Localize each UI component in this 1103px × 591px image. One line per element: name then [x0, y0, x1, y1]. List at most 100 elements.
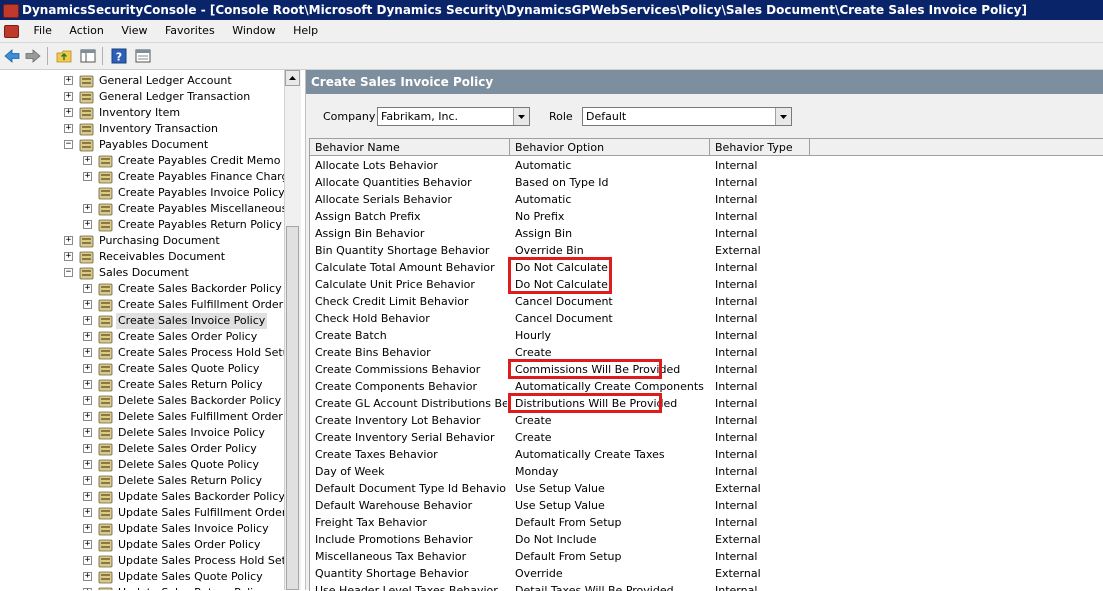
table-row[interactable]: Create Taxes Behavior Automatically Creat… [310, 446, 1103, 463]
tree-item[interactable]: + Delete Sales Invoice Policy [0, 425, 284, 441]
table-row[interactable]: Bin Quantity Shortage Behavior Override B… [310, 242, 1103, 259]
expand-node-icon[interactable]: + [83, 492, 92, 501]
tree-item[interactable]: + Create Sales Invoice Policy [0, 313, 284, 329]
system-menu-icon[interactable] [4, 25, 19, 38]
column-header-behavior-type[interactable]: Behavior Type [710, 139, 810, 156]
role-dropdown-button[interactable] [775, 108, 791, 125]
expand-node-icon[interactable]: + [83, 412, 92, 421]
tree-item[interactable]: + Create Sales Order Policy [0, 329, 284, 345]
tree-item[interactable]: Create Payables Invoice Policy [0, 185, 284, 201]
expand-node-icon[interactable]: + [83, 300, 92, 309]
table-row[interactable]: Create Bins Behavior Create Internal [310, 344, 1103, 361]
tree-item[interactable]: − Payables Document [0, 137, 284, 153]
table-row[interactable]: Create Batch Hourly Internal [310, 327, 1103, 344]
column-header-behavior-name[interactable]: Behavior Name [310, 139, 510, 156]
tree-item[interactable]: + Delete Sales Backorder Policy [0, 393, 284, 409]
forward-arrow-icon[interactable] [24, 47, 42, 65]
window-title-bar[interactable]: DynamicsSecurityConsole - [Console Root\… [0, 0, 1103, 20]
expand-node-icon[interactable]: + [83, 204, 92, 213]
menu-view[interactable]: View [114, 20, 154, 42]
tree-item[interactable]: + Receivables Document [0, 249, 284, 265]
table-row[interactable]: Include Promotions Behavior Do Not Includ… [310, 531, 1103, 548]
expand-node-icon[interactable]: + [64, 252, 73, 261]
expand-node-icon[interactable]: + [83, 508, 92, 517]
menu-action[interactable]: Action [62, 20, 110, 42]
table-row[interactable]: Create Commissions Behavior Commissions W… [310, 361, 1103, 378]
role-dropdown[interactable]: Default [582, 107, 792, 126]
tree-item[interactable]: + Update Sales Fulfillment Order Poli [0, 505, 284, 521]
expand-node-icon[interactable]: + [83, 428, 92, 437]
table-row[interactable]: Allocate Quantities Behavior Based on Typ… [310, 174, 1103, 191]
table-row[interactable]: Calculate Unit Price Behavior Do Not Calc… [310, 276, 1103, 293]
table-row[interactable]: Day of Week Monday Internal [310, 463, 1103, 480]
menu-file[interactable]: File [27, 20, 59, 42]
table-row[interactable]: Allocate Serials Behavior Automatic Intern… [310, 191, 1103, 208]
tree-item[interactable]: + General Ledger Account [0, 73, 284, 89]
expand-node-icon[interactable]: + [83, 396, 92, 405]
expand-node-icon[interactable]: + [83, 364, 92, 373]
tree-item[interactable]: + Create Sales Quote Policy [0, 361, 284, 377]
up-folder-icon[interactable] [55, 47, 73, 65]
tree-item[interactable]: + General Ledger Transaction [0, 89, 284, 105]
tree-item[interactable]: + Inventory Item [0, 105, 284, 121]
tree-scrollbar[interactable] [284, 70, 301, 590]
help-icon[interactable]: ? [110, 47, 128, 65]
expand-node-icon[interactable]: + [83, 156, 92, 165]
table-row[interactable]: Create GL Account Distributions Beha...D… [310, 395, 1103, 412]
table-row[interactable]: Freight Tax Behavior Default From Setup In… [310, 514, 1103, 531]
company-dropdown[interactable]: Fabrikam, Inc. [377, 107, 530, 126]
expand-node-icon[interactable]: + [64, 108, 73, 117]
table-row[interactable]: Create Components Behavior Automatically … [310, 378, 1103, 395]
tree-item[interactable]: + Create Sales Fulfillment Order Polic [0, 297, 284, 313]
expand-node-icon[interactable]: + [83, 444, 92, 453]
expand-node-icon[interactable]: + [64, 236, 73, 245]
tree-item[interactable]: + Inventory Transaction [0, 121, 284, 137]
expand-node-icon[interactable]: + [64, 92, 73, 101]
tree-item[interactable]: + Delete Sales Fulfillment Order Polic [0, 409, 284, 425]
expand-node-icon[interactable]: + [83, 332, 92, 341]
show-hide-console-tree-icon[interactable] [79, 47, 97, 65]
table-row[interactable]: Default Warehouse Behavior Use Setup Valu… [310, 497, 1103, 514]
tree-item[interactable]: + Update Sales Order Policy [0, 537, 284, 553]
menu-window[interactable]: Window [225, 20, 282, 42]
tree-item[interactable]: + Delete Sales Return Policy [0, 473, 284, 489]
expand-node-icon[interactable]: + [64, 76, 73, 85]
table-row[interactable]: Check Hold Behavior Cancel Document Intern… [310, 310, 1103, 327]
table-row[interactable]: Default Document Type Id Behavior Use Set… [310, 480, 1103, 497]
table-row[interactable]: Assign Batch Prefix No Prefix Internal [310, 208, 1103, 225]
collapse-node-icon[interactable]: − [64, 268, 73, 277]
expand-node-icon[interactable]: + [83, 524, 92, 533]
tree-item[interactable]: + Update Sales Process Hold Setup P [0, 553, 284, 569]
expand-node-icon[interactable]: + [83, 348, 92, 357]
scroll-up-button[interactable] [285, 70, 300, 86]
expand-node-icon[interactable]: + [83, 476, 92, 485]
column-header-behavior-option[interactable]: Behavior Option [510, 139, 710, 156]
expand-node-icon[interactable]: + [83, 572, 92, 581]
table-row[interactable]: Assign Bin Behavior Assign Bin Internal [310, 225, 1103, 242]
menu-favorites[interactable]: Favorites [158, 20, 222, 42]
tree-item[interactable]: + Create Payables Credit Memo Polic [0, 153, 284, 169]
scroll-thumb[interactable] [286, 226, 299, 590]
table-row[interactable]: Check Credit Limit Behavior Cancel Docume… [310, 293, 1103, 310]
tree-item[interactable]: + Delete Sales Quote Policy [0, 457, 284, 473]
tree-item[interactable]: + Update Sales Invoice Policy [0, 521, 284, 537]
tree-item[interactable]: + Create Sales Backorder Policy [0, 281, 284, 297]
company-dropdown-button[interactable] [513, 108, 529, 125]
console-tree[interactable]: + General Ledger Account + General Ledger T… [0, 70, 284, 590]
menu-help[interactable]: Help [286, 20, 325, 42]
tree-item[interactable]: − Sales Document [0, 265, 284, 281]
tree-item[interactable]: + Update Sales Backorder Policy [0, 489, 284, 505]
back-arrow-icon[interactable] [3, 47, 21, 65]
expand-node-icon[interactable]: + [83, 556, 92, 565]
expand-node-icon[interactable]: + [83, 380, 92, 389]
table-row[interactable]: Quantity Shortage Behavior Override Extern… [310, 565, 1103, 582]
tree-item[interactable]: + Create Payables Finance Charge F [0, 169, 284, 185]
expand-node-icon[interactable]: + [83, 540, 92, 549]
properties-icon[interactable] [134, 47, 152, 65]
tree-item[interactable]: + Purchasing Document [0, 233, 284, 249]
expand-node-icon[interactable]: + [83, 316, 92, 325]
expand-node-icon[interactable]: + [64, 124, 73, 133]
table-row[interactable]: Create Inventory Serial Behavior Create In… [310, 429, 1103, 446]
tree-item[interactable]: + Delete Sales Order Policy [0, 441, 284, 457]
expand-node-icon[interactable]: + [83, 460, 92, 469]
